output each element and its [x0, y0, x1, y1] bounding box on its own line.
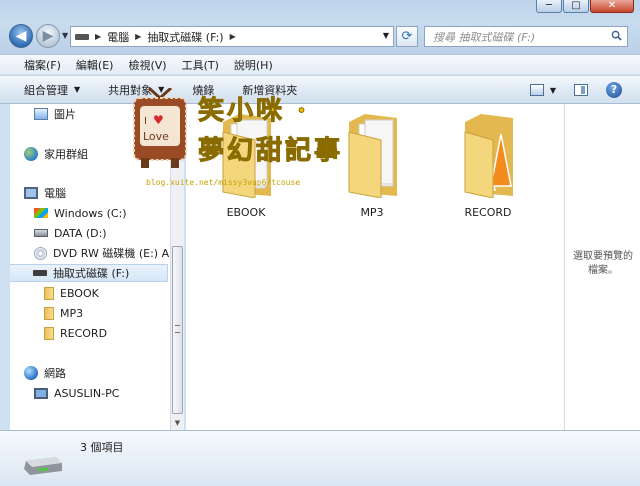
search-input[interactable]: 搜尋 抽取式磁碟 (F:) [424, 26, 628, 47]
watermark-text-line2: 夢幻甜記事 [197, 136, 344, 167]
organize-label: 組合管理 [24, 83, 68, 97]
views-dropdown-icon[interactable]: ▼ [550, 86, 556, 95]
grip-icon [175, 325, 180, 333]
nav-label: ASUSLIN-PC [54, 386, 120, 400]
nav-item-network[interactable]: 網路 [24, 364, 66, 382]
computer-icon [24, 187, 38, 199]
preview-message: 選取要預覽的檔案。 [573, 251, 633, 276]
title-bar: ─ □ ✕ ◀ ▶ ▼ ▶ 電腦 ▶ 抽取式磁碟 (F:) ▶ ▼ ⟳ 搜尋 抽… [0, 0, 640, 58]
pc-icon [34, 387, 48, 399]
help-icon[interactable]: ? [606, 82, 622, 98]
watermark-text-line1: 笑小咪 · [197, 96, 310, 127]
back-button[interactable]: ◀ [9, 24, 33, 48]
drive-icon [34, 229, 48, 237]
close-button[interactable]: ✕ [590, 0, 634, 13]
nav-item-dvd-e[interactable]: DVD RW 磁碟機 (E:) Au [34, 244, 170, 262]
refresh-button[interactable]: ⟳ [396, 26, 418, 47]
address-bar[interactable]: ▶ 電腦 ▶ 抽取式磁碟 (F:) ▶ ▼ [70, 26, 394, 47]
nav-label: 網路 [44, 367, 66, 380]
nav-label: MP3 [60, 306, 84, 320]
network-icon [24, 366, 38, 380]
nav-label: EBOOK [60, 286, 99, 300]
svg-text:Love: Love [143, 130, 169, 143]
folder-icon [44, 306, 54, 320]
menu-file[interactable]: 檔案(F) [24, 57, 61, 73]
nav-item-ebook[interactable]: EBOOK [44, 284, 99, 302]
folder-name: RECORD [464, 206, 512, 219]
pictures-icon [34, 108, 48, 120]
menu-bar: 檔案(F) 編輯(E) 檢視(V) 工具(T) 說明(H) [0, 54, 640, 74]
nav-label: RECORD [60, 326, 108, 340]
menu-help[interactable]: 說明(H) [234, 57, 273, 73]
item-count: 3 個項目 [80, 441, 124, 454]
folder-name: MP3 [360, 206, 384, 219]
command-bar: 組合管理 ▼ 共用對象 ▼ 燒錄 新增資料夾 ▼ ? [0, 75, 640, 104]
drive-icon [75, 33, 89, 40]
nav-label: 抽取式磁碟 (F:) [53, 267, 130, 280]
nav-item-asuslin-pc[interactable]: ASUSLIN-PC [34, 384, 119, 402]
chevron-down-icon: ▼ [74, 85, 81, 94]
nav-item-mp3[interactable]: MP3 [44, 304, 83, 322]
arrow-right-icon: ▶ [42, 28, 54, 44]
nav-label: 家用群組 [44, 148, 88, 161]
watermark-url: blog.xuite.net/missy3vup6/tcouse [146, 178, 301, 187]
preview-pane: 選取要預覽的檔案。 [564, 104, 640, 430]
folder-icon [348, 114, 397, 198]
nav-label: Windows (C:) [54, 206, 127, 220]
refresh-icon: ⟳ [401, 29, 413, 44]
views-icon[interactable] [529, 84, 544, 96]
address-dropdown-icon[interactable]: ▼ [383, 31, 389, 40]
window-controls: ─ □ ✕ [536, 0, 634, 13]
windows-drive-icon [34, 208, 48, 218]
nav-label: DVD RW 磁碟機 (E:) Au [53, 247, 170, 260]
breadcrumb-computer[interactable]: 電腦 [107, 29, 129, 45]
svg-text:I: I [144, 116, 147, 127]
chevron-down-icon: ▼ [62, 31, 69, 40]
scroll-down-icon[interactable]: ▼ [171, 416, 184, 430]
scroll-thumb[interactable] [172, 246, 183, 414]
recent-pages-dropdown[interactable]: ▼ [62, 31, 68, 40]
maximize-button[interactable]: □ [563, 0, 589, 13]
folder-icon [44, 286, 54, 300]
removable-drive-icon [24, 457, 62, 475]
nav-label: 電腦 [44, 187, 66, 200]
nav-item-windows-c[interactable]: Windows (C:) [34, 204, 127, 222]
arrow-left-icon: ◀ [15, 28, 27, 44]
search-placeholder: 搜尋 抽取式磁碟 (F:) [433, 30, 536, 44]
minimize-button[interactable]: ─ [536, 0, 562, 13]
watermark-badge: I ♥ Love [133, 88, 187, 168]
breadcrumb-separator-icon[interactable]: ▶ [230, 32, 236, 41]
nav-item-pictures[interactable]: 圖片 [34, 105, 76, 123]
forward-button[interactable]: ▶ [36, 24, 60, 48]
nav-item-removable-f[interactable]: 抽取式磁碟 (F:) [10, 264, 168, 282]
search-icon[interactable] [611, 30, 622, 41]
menu-tools[interactable]: 工具(T) [182, 57, 219, 73]
nav-label: DATA (D:) [54, 226, 107, 240]
folder-icon [464, 114, 513, 198]
organize-button[interactable]: 組合管理 ▼ [24, 82, 80, 98]
breadcrumb-separator-icon[interactable]: ▶ [95, 32, 101, 41]
usb-drive-icon [33, 270, 47, 276]
folder-mp3[interactable]: MP3 [322, 112, 422, 222]
nav-item-homegroup[interactable]: 家用群組 [24, 145, 88, 163]
nav-item-data-d[interactable]: DATA (D:) [34, 224, 107, 242]
preview-pane-icon[interactable] [574, 84, 588, 96]
nav-item-computer[interactable]: 電腦 [24, 184, 66, 202]
details-pane: 3 個項目 [0, 430, 640, 486]
breadcrumb-separator-icon[interactable]: ▶ [135, 32, 141, 41]
menu-edit[interactable]: 編輯(E) [76, 57, 114, 73]
breadcrumb-current[interactable]: 抽取式磁碟 (F:) [147, 29, 223, 45]
menu-view[interactable]: 檢視(V) [128, 57, 166, 73]
svg-text:♥: ♥ [153, 113, 164, 127]
nav-item-record[interactable]: RECORD [44, 324, 107, 342]
folder-record[interactable]: RECORD [438, 112, 538, 222]
command-bar-right: ▼ ? [529, 76, 640, 104]
folder-name: EBOOK [226, 206, 266, 219]
folder-ebook[interactable]: EBOOK [196, 112, 296, 222]
nav-label: 圖片 [54, 108, 76, 121]
folder-icon [44, 326, 54, 340]
dvd-icon [34, 246, 47, 260]
homegroup-icon [24, 147, 38, 161]
